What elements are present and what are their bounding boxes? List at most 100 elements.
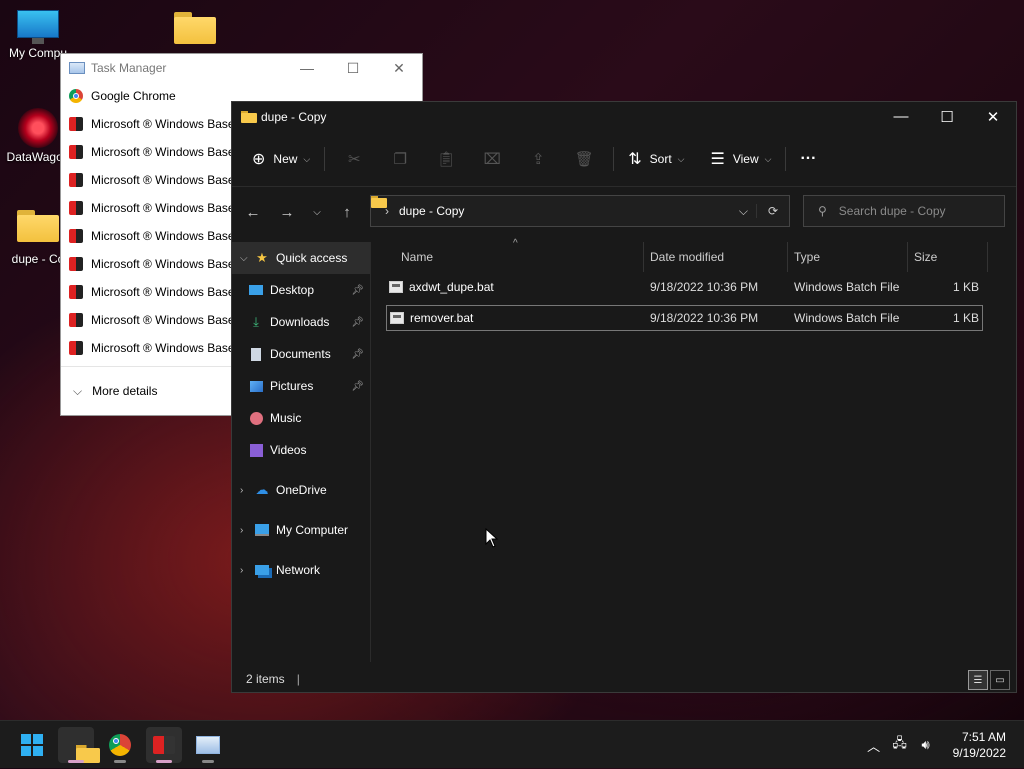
chevron-right-icon[interactable]: › bbox=[240, 485, 254, 496]
divider bbox=[785, 147, 787, 171]
back-arrow-icon[interactable]: ← bbox=[236, 204, 270, 221]
explorer-titlebar[interactable]: dupe - Copy — ☐ ✕ bbox=[232, 102, 1016, 132]
folder-icon bbox=[174, 12, 216, 44]
search-input[interactable]: Search dupe - Copy bbox=[839, 204, 946, 218]
taskbar-google-chrome[interactable] bbox=[102, 727, 138, 763]
process-name: Microsoft ® Windows Base bbox=[91, 229, 235, 243]
clock-time: 7:51 AM bbox=[961, 730, 1006, 744]
file-type: Windows Batch File bbox=[794, 311, 900, 325]
nav-my-computer[interactable]: › My Computer bbox=[232, 514, 370, 546]
file-explorer-window[interactable]: dupe - Copy — ☐ ✕ ⊕ New ⌵ ✂ ❐ 📋︎ ⌧ ⇪ 🗑︎ … bbox=[231, 101, 1017, 693]
paste-icon[interactable]: 📋︎ bbox=[423, 150, 469, 168]
share-icon[interactable]: ⇪ bbox=[515, 150, 561, 168]
more-options-button[interactable]: ··· bbox=[792, 143, 824, 175]
nav-label: My Computer bbox=[276, 523, 349, 537]
chevron-right-icon[interactable]: › bbox=[240, 565, 254, 576]
nav-desktop[interactable]: Desktop 📌︎ bbox=[232, 274, 370, 306]
maximize-button[interactable]: ☐ bbox=[330, 60, 376, 77]
chevron-down-icon: ⌵ bbox=[303, 153, 311, 164]
forward-arrow-icon[interactable]: → bbox=[270, 204, 304, 221]
process-name: Google Chrome bbox=[91, 89, 176, 103]
details-view-icon[interactable]: ☰ bbox=[968, 670, 988, 690]
sort-label: Sort bbox=[649, 152, 672, 166]
chevron-down-icon: ⌵ bbox=[73, 383, 83, 398]
chevron-down-icon[interactable]: ⌵ bbox=[240, 253, 254, 264]
taskbar-task-manager[interactable] bbox=[190, 727, 226, 763]
desktop-icon-folder[interactable] bbox=[157, 12, 233, 44]
sort-button[interactable]: ⇅ Sort ⌵ bbox=[620, 143, 692, 175]
show-hidden-icons-chevron-up-icon[interactable]: ︿ bbox=[861, 736, 887, 755]
recent-locations-icon[interactable]: ⌵ bbox=[304, 207, 330, 218]
plus-circle-icon: ⊕ bbox=[252, 151, 266, 168]
file-row[interactable]: remover.bat 9/18/2022 10:36 PM Windows B… bbox=[386, 305, 983, 331]
network-icon[interactable]: 🖧︎ bbox=[887, 734, 913, 756]
desktop-icon bbox=[248, 282, 264, 298]
nav-documents[interactable]: Documents 📌︎ bbox=[232, 338, 370, 370]
nav-pictures[interactable]: Pictures 📌︎ bbox=[232, 370, 370, 402]
running-indicator bbox=[156, 760, 172, 763]
process-name: Microsoft ® Windows Base bbox=[91, 341, 235, 355]
taskbar-windows-base-app[interactable] bbox=[146, 727, 182, 763]
delete-icon[interactable]: 🗑︎ bbox=[561, 150, 607, 168]
cloud-icon: ☁ bbox=[255, 482, 269, 497]
minimize-button[interactable]: — bbox=[284, 60, 330, 77]
process-name: Microsoft ® Windows Base bbox=[91, 313, 235, 327]
column-header-date-modified[interactable]: Date modified bbox=[644, 242, 788, 272]
process-name: Microsoft ® Windows Base bbox=[91, 285, 235, 299]
maximize-button[interactable]: ☐ bbox=[924, 108, 970, 126]
search-icon: ⚲ bbox=[818, 204, 827, 218]
file-list[interactable]: ^ Name Date modified Type Size axdwt_dup… bbox=[371, 238, 1016, 662]
up-arrow-icon[interactable]: ↑ bbox=[330, 204, 364, 221]
process-name: Microsoft ® Windows Base bbox=[91, 145, 235, 159]
nav-music[interactable]: Music bbox=[232, 402, 370, 434]
clock-date: 9/19/2022 bbox=[952, 746, 1006, 760]
column-header-size[interactable]: Size bbox=[908, 242, 988, 272]
taskbar-file-explorer[interactable] bbox=[58, 727, 94, 763]
view-icon: ☰ bbox=[710, 151, 725, 168]
address-bar[interactable]: › dupe - Copy ⌵ ⟳ bbox=[370, 195, 790, 227]
windows-base-icon bbox=[69, 229, 83, 243]
chevron-down-icon[interactable]: ⌵ bbox=[739, 204, 756, 219]
nav-quick-access[interactable]: ⌵ ★ Quick access bbox=[232, 242, 370, 274]
nav-label: Pictures bbox=[270, 379, 314, 393]
column-header-type[interactable]: Type bbox=[788, 242, 908, 272]
item-count: 2 items bbox=[246, 672, 285, 686]
divider bbox=[613, 147, 615, 171]
running-indicator bbox=[114, 760, 126, 763]
column-header-name[interactable]: Name bbox=[395, 242, 644, 272]
cut-icon[interactable]: ✂ bbox=[331, 150, 377, 168]
chevron-right-icon[interactable]: › bbox=[240, 525, 254, 536]
view-button[interactable]: ☰ View ⌵ bbox=[703, 143, 780, 175]
refresh-icon[interactable]: ⟳ bbox=[756, 204, 789, 218]
file-row[interactable]: axdwt_dupe.bat 9/18/2022 10:36 PM Window… bbox=[386, 274, 983, 300]
pin-icon: 📌︎ bbox=[351, 380, 364, 392]
search-box[interactable]: ⚲ Search dupe - Copy bbox=[803, 195, 1005, 227]
nav-downloads[interactable]: ⤓ Downloads 📌︎ bbox=[232, 306, 370, 338]
copy-icon[interactable]: ❐ bbox=[377, 150, 423, 168]
rename-icon[interactable]: ⌧ bbox=[469, 150, 515, 168]
process-name: Microsoft ® Windows Base bbox=[91, 173, 235, 187]
close-button[interactable]: ✕ bbox=[376, 60, 422, 77]
windows-base-icon bbox=[69, 173, 83, 187]
volume-icon[interactable]: 🔊︎ bbox=[913, 737, 939, 753]
chevron-down-icon: ⌵ bbox=[764, 153, 772, 164]
breadcrumb-dupe-copy[interactable]: dupe - Copy bbox=[399, 204, 464, 218]
start-button[interactable] bbox=[14, 727, 50, 763]
more-details-label: More details bbox=[92, 384, 158, 398]
new-button[interactable]: ⊕ New ⌵ bbox=[244, 143, 318, 175]
windows-base-icon bbox=[69, 201, 83, 215]
nav-label: Music bbox=[270, 411, 302, 425]
column-label: Type bbox=[794, 250, 821, 264]
nav-label: Videos bbox=[270, 443, 307, 457]
folder-icon bbox=[17, 210, 59, 242]
nav-onedrive[interactable]: › ☁ OneDrive bbox=[232, 474, 370, 506]
tiles-view-icon[interactable]: ▭ bbox=[990, 670, 1010, 690]
task-manager-titlebar[interactable]: Task Manager — ☐ ✕ bbox=[61, 54, 422, 82]
minimize-button[interactable]: — bbox=[878, 108, 924, 126]
nav-videos[interactable]: Videos bbox=[232, 434, 370, 466]
clock[interactable]: 7:51 AM 9/19/2022 bbox=[953, 729, 1006, 761]
close-button[interactable]: ✕ bbox=[970, 108, 1016, 126]
windows-base-icon bbox=[69, 145, 83, 159]
nav-network[interactable]: › Network bbox=[232, 554, 370, 586]
new-label: New bbox=[273, 152, 298, 166]
